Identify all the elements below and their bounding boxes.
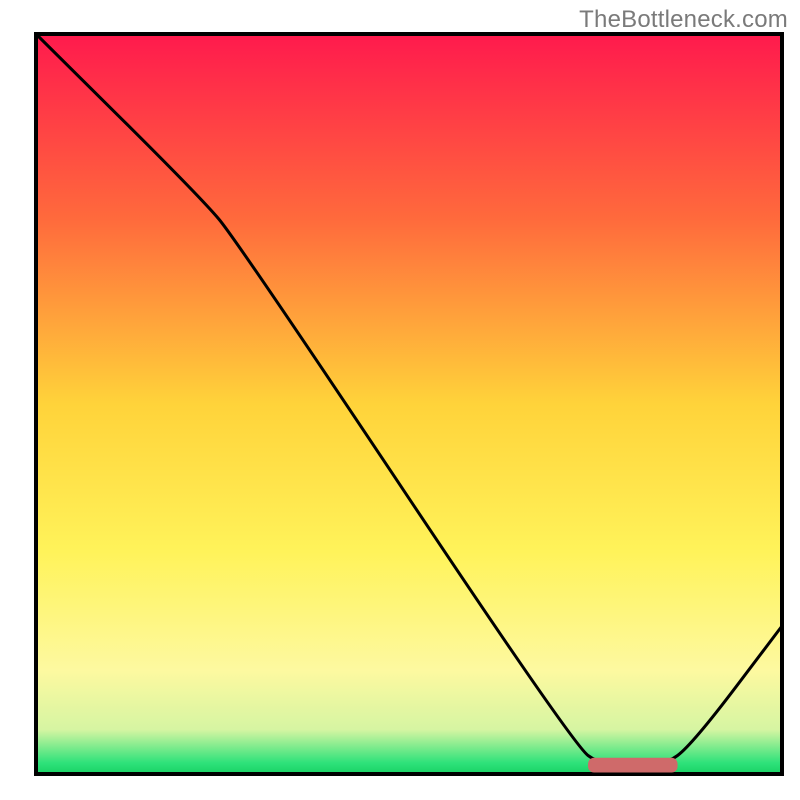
watermark-label: TheBottleneck.com xyxy=(579,6,788,34)
bottleneck-chart xyxy=(0,0,800,800)
chart-frame: TheBottleneck.com xyxy=(0,0,800,800)
optimal-range-marker xyxy=(588,758,678,773)
